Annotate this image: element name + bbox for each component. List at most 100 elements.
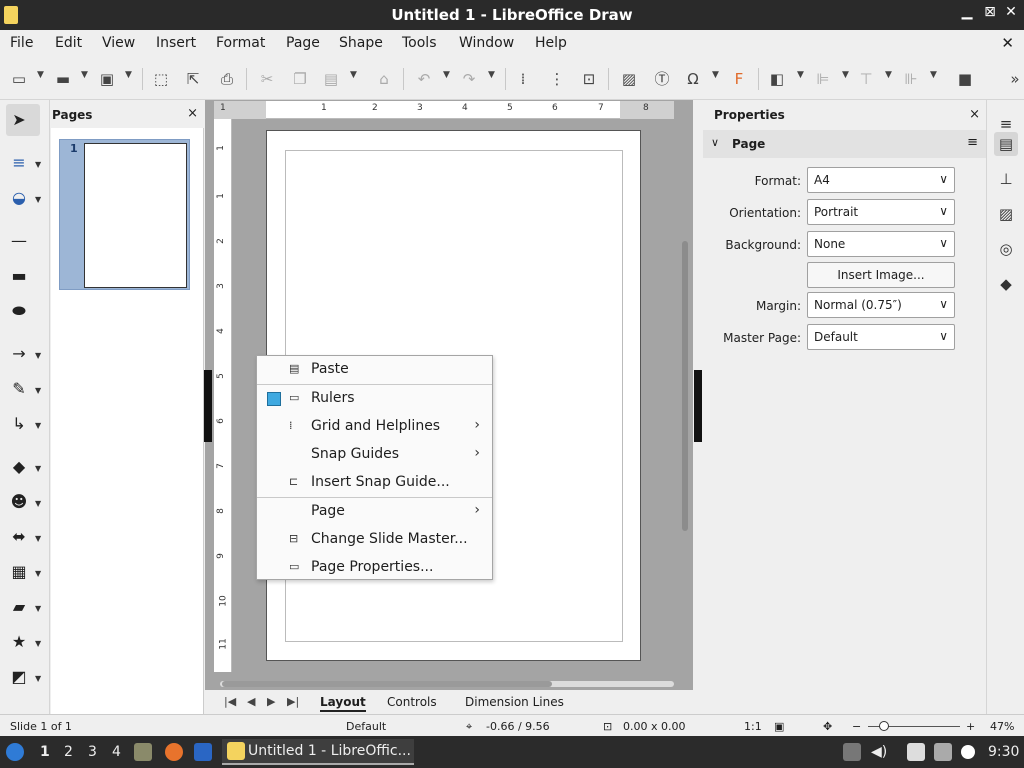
- fill-color-icon[interactable]: ◒: [8, 187, 30, 209]
- horizontal-ruler[interactable]: 1 1 2 3 4 5 6 7 8: [214, 101, 674, 119]
- menu-shape[interactable]: Shape: [339, 35, 383, 51]
- ellipse-icon[interactable]: ⬬: [8, 300, 30, 322]
- zoom-in-button[interactable]: +: [966, 720, 975, 733]
- menu-file[interactable]: File: [10, 35, 33, 51]
- context-menu-insert-snap-guide[interactable]: ⊏ Insert Snap Guide...: [257, 469, 492, 497]
- margin-dropdown[interactable]: Normal (0.75″) ∨: [807, 292, 955, 318]
- new-dropdown-icon[interactable]: ▼: [37, 70, 44, 80]
- fit-page-icon[interactable]: ✥: [823, 720, 832, 733]
- connectors-icon[interactable]: ↳: [8, 413, 30, 435]
- undo-icon[interactable]: ↶: [413, 68, 435, 90]
- zoom-level[interactable]: 47%: [990, 720, 1014, 733]
- orientation-dropdown[interactable]: Portrait ∨: [807, 199, 955, 225]
- open-dropdown-icon[interactable]: ▼: [81, 70, 88, 80]
- redo-icon[interactable]: ↷: [458, 68, 480, 90]
- distribute-dropdown-icon[interactable]: ▼: [930, 70, 937, 80]
- transformations-icon[interactable]: ◧: [766, 68, 788, 90]
- clone-formatting-icon[interactable]: ⌂: [373, 68, 395, 90]
- zoom-out-button[interactable]: −: [852, 720, 861, 733]
- menu-edit[interactable]: Edit: [55, 35, 82, 51]
- notifications-icon[interactable]: [961, 745, 975, 759]
- lines-and-arrows-icon[interactable]: →: [8, 343, 30, 365]
- taskbar-window-libreoffice[interactable]: Untitled 1 - LibreOffic...: [222, 739, 414, 765]
- page-thumbnail[interactable]: 1: [59, 139, 190, 290]
- line-color-icon[interactable]: ≡: [8, 152, 30, 174]
- rectangle-icon[interactable]: ▬: [8, 265, 30, 287]
- special-character-icon[interactable]: Ω: [682, 68, 704, 90]
- horizontal-scrollbar[interactable]: [220, 681, 674, 687]
- helplines-icon[interactable]: ⋮: [546, 68, 568, 90]
- save-icon[interactable]: ▣: [96, 68, 118, 90]
- flowchart-icon[interactable]: ▦: [8, 561, 30, 583]
- first-tab-icon[interactable]: |◀: [224, 695, 236, 708]
- open-folder-icon[interactable]: ▬: [52, 68, 74, 90]
- collapse-pages-pane-handle[interactable]: [204, 370, 212, 442]
- distribute-icon[interactable]: ⊪: [900, 68, 922, 90]
- section-menu-icon[interactable]: ≡: [967, 135, 978, 150]
- menu-page[interactable]: Page: [286, 35, 320, 51]
- styles-deck-icon[interactable]: ⊥: [994, 167, 1018, 191]
- redo-dropdown-icon[interactable]: ▼: [488, 70, 495, 80]
- symbol-shapes-icon[interactable]: ☻: [8, 491, 30, 513]
- more-tools-icon[interactable]: »: [1004, 68, 1024, 90]
- collapse-sidebar-handle[interactable]: [694, 370, 702, 442]
- transformations-dropdown-icon[interactable]: ▼: [797, 70, 804, 80]
- insert-image-icon[interactable]: ▨: [618, 68, 640, 90]
- copy-icon[interactable]: ❐: [289, 68, 311, 90]
- context-menu-snap-guides[interactable]: Snap Guides ›: [257, 441, 492, 469]
- gallery-deck-icon[interactable]: ▨: [994, 202, 1018, 226]
- menu-view[interactable]: View: [102, 35, 135, 51]
- zoom-slider-handle[interactable]: [879, 721, 889, 731]
- close-document-button[interactable]: ✕: [1001, 34, 1014, 52]
- context-menu-change-master[interactable]: ⊟ Change Slide Master...: [257, 526, 492, 554]
- insert-textbox-icon[interactable]: Ⓣ: [651, 68, 673, 90]
- background-dropdown[interactable]: None ∨: [807, 231, 955, 257]
- firefox-icon[interactable]: [165, 743, 183, 761]
- arrange-icon[interactable]: ⊤: [855, 68, 877, 90]
- workspace-4[interactable]: 4: [112, 744, 121, 760]
- grid-icon[interactable]: ⁞: [512, 68, 534, 90]
- cut-icon[interactable]: ✂: [256, 68, 278, 90]
- tab-dimension-lines[interactable]: Dimension Lines: [465, 695, 564, 709]
- fontwork-icon[interactable]: F: [728, 68, 750, 90]
- menu-window[interactable]: Window: [459, 35, 514, 51]
- save-dropdown-icon[interactable]: ▼: [125, 70, 132, 80]
- prev-tab-icon[interactable]: ◀: [247, 695, 255, 708]
- paste-icon[interactable]: ▤: [320, 68, 342, 90]
- zoom-pan-icon[interactable]: ⊡: [578, 68, 600, 90]
- vertical-scrollbar[interactable]: [681, 101, 689, 667]
- workspace-2[interactable]: 2: [64, 744, 73, 760]
- vertical-ruler[interactable]: 1 1 2 3 4 5 6 7 8 9 10 11: [214, 119, 232, 672]
- curves-icon[interactable]: ✎: [8, 378, 30, 400]
- block-arrows-icon[interactable]: ⬌: [8, 526, 30, 548]
- basic-shapes-icon[interactable]: ◆: [8, 456, 30, 478]
- align-dropdown-icon[interactable]: ▼: [842, 70, 849, 80]
- desktop-icon[interactable]: [194, 743, 212, 761]
- undo-dropdown-icon[interactable]: ▼: [443, 70, 450, 80]
- properties-deck-icon[interactable]: ▤: [994, 132, 1018, 156]
- shapes-deck-icon[interactable]: ◆: [994, 272, 1018, 296]
- export-pdf-icon[interactable]: ⇱: [182, 68, 204, 90]
- scale-factor[interactable]: 1:1: [744, 720, 762, 733]
- select-arrow-icon[interactable]: ➤: [8, 109, 30, 131]
- close-pages-pane-icon[interactable]: ×: [187, 106, 198, 121]
- next-tab-icon[interactable]: ▶: [267, 695, 275, 708]
- context-menu-rulers[interactable]: ▭ Rulers: [257, 385, 492, 413]
- navigator-deck-icon[interactable]: ◎: [994, 237, 1018, 261]
- menu-insert[interactable]: Insert: [156, 35, 196, 51]
- close-window-button[interactable]: ✕: [1002, 4, 1020, 20]
- paste-dropdown-icon[interactable]: ▼: [350, 70, 357, 80]
- line-icon[interactable]: —: [8, 230, 30, 252]
- context-menu-page-properties[interactable]: ▭ Page Properties...: [257, 554, 492, 582]
- print-icon[interactable]: ⎙: [216, 68, 238, 90]
- stars-icon[interactable]: ★: [8, 631, 30, 653]
- clipboard-icon[interactable]: [907, 743, 925, 761]
- tab-controls[interactable]: Controls: [387, 695, 437, 709]
- start-menu-icon[interactable]: [6, 743, 24, 761]
- shadow-icon[interactable]: ■: [954, 68, 976, 90]
- last-tab-icon[interactable]: ▶|: [287, 695, 299, 708]
- menu-help[interactable]: Help: [535, 35, 567, 51]
- context-menu-paste[interactable]: ▤ Paste: [257, 356, 492, 384]
- volume-icon[interactable]: ◀): [871, 744, 887, 760]
- insert-image-button[interactable]: Insert Image...: [807, 262, 955, 288]
